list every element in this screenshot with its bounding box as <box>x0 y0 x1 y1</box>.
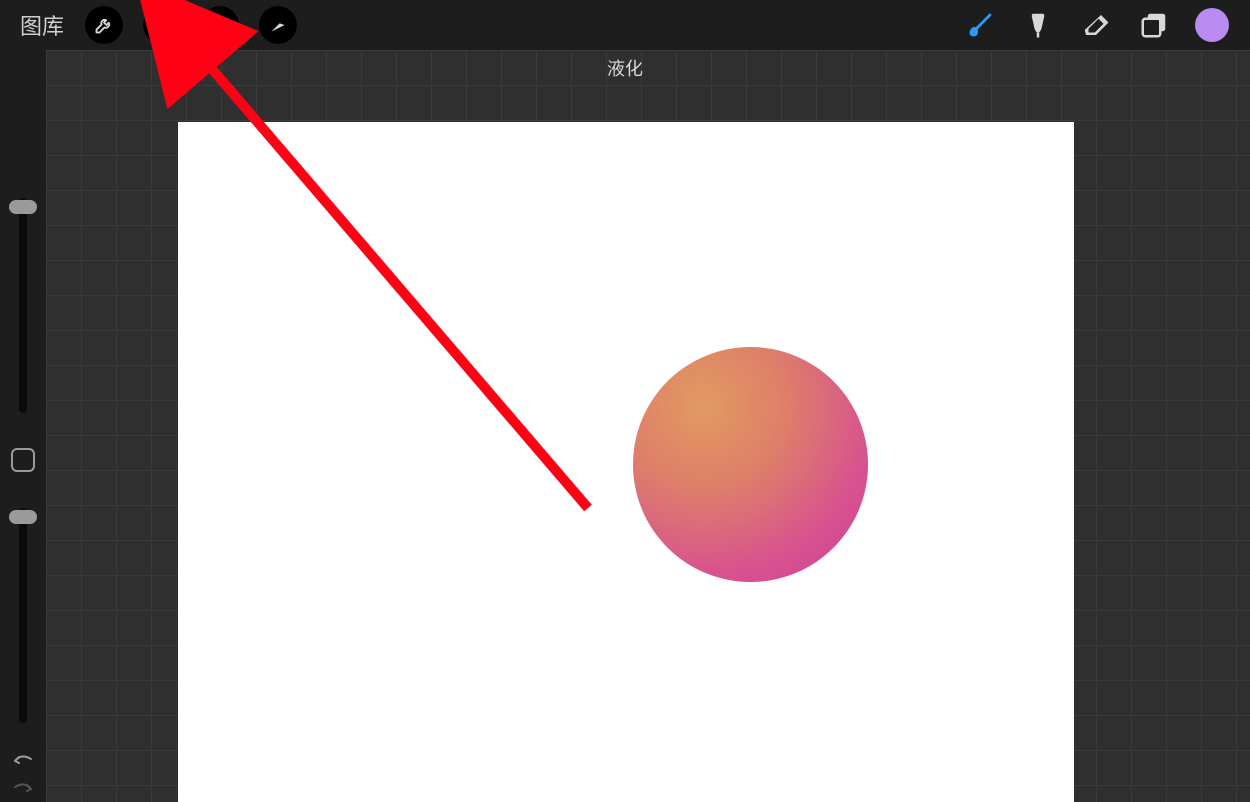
eraser-icon <box>1081 10 1111 40</box>
undo-icon <box>11 749 35 767</box>
color-swatch-icon <box>1195 8 1229 42</box>
left-sidebar <box>0 50 46 802</box>
top-toolbar: 图库 <box>0 0 1250 50</box>
adjustments-button[interactable] <box>134 0 190 50</box>
slider-thumb[interactable] <box>9 200 37 214</box>
selection-icon <box>210 15 230 35</box>
transform-button[interactable] <box>250 0 306 50</box>
layers-button[interactable] <box>1126 0 1182 50</box>
color-picker-button[interactable] <box>1184 0 1240 50</box>
brush-tool-button[interactable] <box>952 0 1008 50</box>
opacity-slider[interactable] <box>19 508 27 723</box>
magic-wand-icon <box>152 15 172 35</box>
smudge-icon <box>1023 10 1053 40</box>
undo-button[interactable] <box>0 744 46 772</box>
mode-title: 液化 <box>0 55 1250 81</box>
actions-button[interactable] <box>76 0 132 50</box>
wrench-icon <box>94 15 114 35</box>
layers-icon <box>1139 10 1169 40</box>
arrow-cursor-icon <box>268 15 288 35</box>
smudge-tool-button[interactable] <box>1010 0 1066 50</box>
gradient-circle-artwork <box>633 347 868 582</box>
canvas-area[interactable]: om <box>178 122 1074 802</box>
brush-icon <box>965 10 995 40</box>
eraser-tool-button[interactable] <box>1068 0 1124 50</box>
brush-size-slider[interactable] <box>19 198 27 413</box>
selection-button[interactable] <box>192 0 248 50</box>
redo-icon <box>11 777 35 795</box>
gallery-button[interactable]: 图库 <box>10 9 74 41</box>
modifier-button[interactable] <box>11 448 35 472</box>
redo-button[interactable] <box>0 772 46 800</box>
slider-thumb[interactable] <box>9 510 37 524</box>
